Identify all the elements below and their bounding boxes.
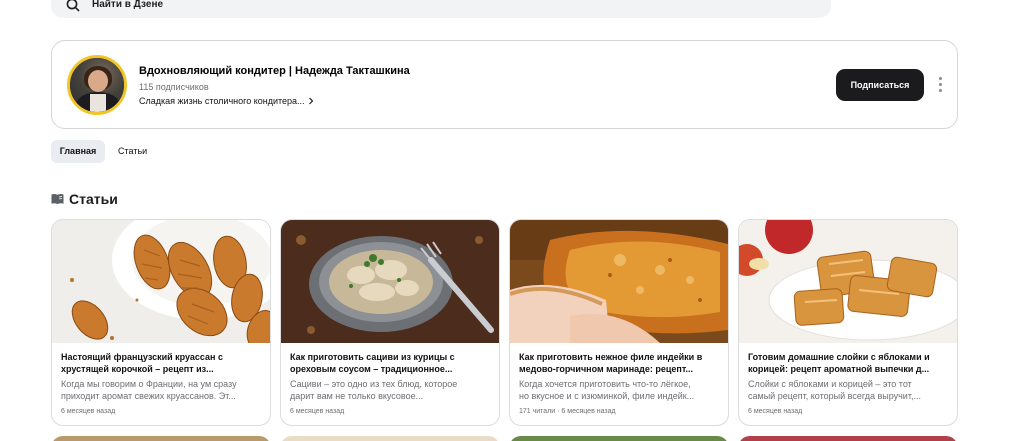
article-card[interactable]: Как приготовить нежное филе индейки в ме… [509,219,729,426]
article-card[interactable]: Готовим домашние слойки с яблоками и кор… [738,219,958,426]
article-title[interactable]: Как приготовить сациви из курицы с орехо… [290,351,495,375]
subscribe-button[interactable]: Подписаться [836,69,924,101]
tab-home[interactable]: Главная [51,140,105,163]
article-title[interactable]: Настоящий французский круассан с хрустящ… [61,351,266,375]
apple-puffs-photo [739,220,957,343]
article-card[interactable]: Настоящий французский круассан с хрустящ… [51,219,271,426]
avatar[interactable] [67,55,127,115]
article-card-peek[interactable] [280,436,500,441]
article-description: Сациви – это одно из тех блюд, которое д… [290,379,458,401]
channel-description-text: Сладкая жизнь столичного кондитера... [139,96,305,106]
satsivi-photo [281,220,499,343]
article-card-peek[interactable] [51,436,271,441]
article-title[interactable]: Готовим домашние слойки с яблоками и кор… [748,351,953,375]
article-title[interactable]: Как приготовить нежное филе индейки в ме… [519,351,724,375]
channel-name[interactable]: Вдохновляющий кондитер | Надежда Такташк… [139,65,410,78]
search-input[interactable]: Найти в Дзене [51,0,831,18]
more-options-icon[interactable] [936,77,944,93]
search-icon [66,0,80,12]
channel-description[interactable]: Сладкая жизнь столичного кондитера... [139,96,314,107]
article-meta: 6 месяцев назад [290,408,345,415]
section-heading: Статьи [51,190,118,208]
subscriber-count: 115 подписчиков [139,82,209,92]
article-card-peek[interactable] [509,436,729,441]
article-meta: 6 месяцев назад [61,408,116,415]
search-placeholder: Найти в Дзене [92,0,164,10]
article-card[interactable]: Как приготовить сациви из курицы с орехо… [280,219,500,426]
article-meta: 171 читали · 6 месяцев назад [519,408,616,415]
book-icon [51,193,64,204]
article-meta: 6 месяцев назад [748,408,803,415]
article-card-peek[interactable] [738,436,958,441]
tab-articles[interactable]: Статьи [118,140,147,163]
article-description: Когда хочется приготовить что-то лёгкое,… [519,379,695,401]
turkey-fillet-photo [510,220,728,343]
article-description: Слойки с яблоками и корицей – это тот са… [748,379,921,401]
chevron-right-icon [309,97,314,105]
channel-card: Вдохновляющий кондитер | Надежда Такташк… [51,40,958,129]
section-title: Статьи [69,191,118,207]
article-description: Когда мы говорим о Франции, на ум сразу … [61,379,237,401]
croissants-photo [52,220,270,343]
